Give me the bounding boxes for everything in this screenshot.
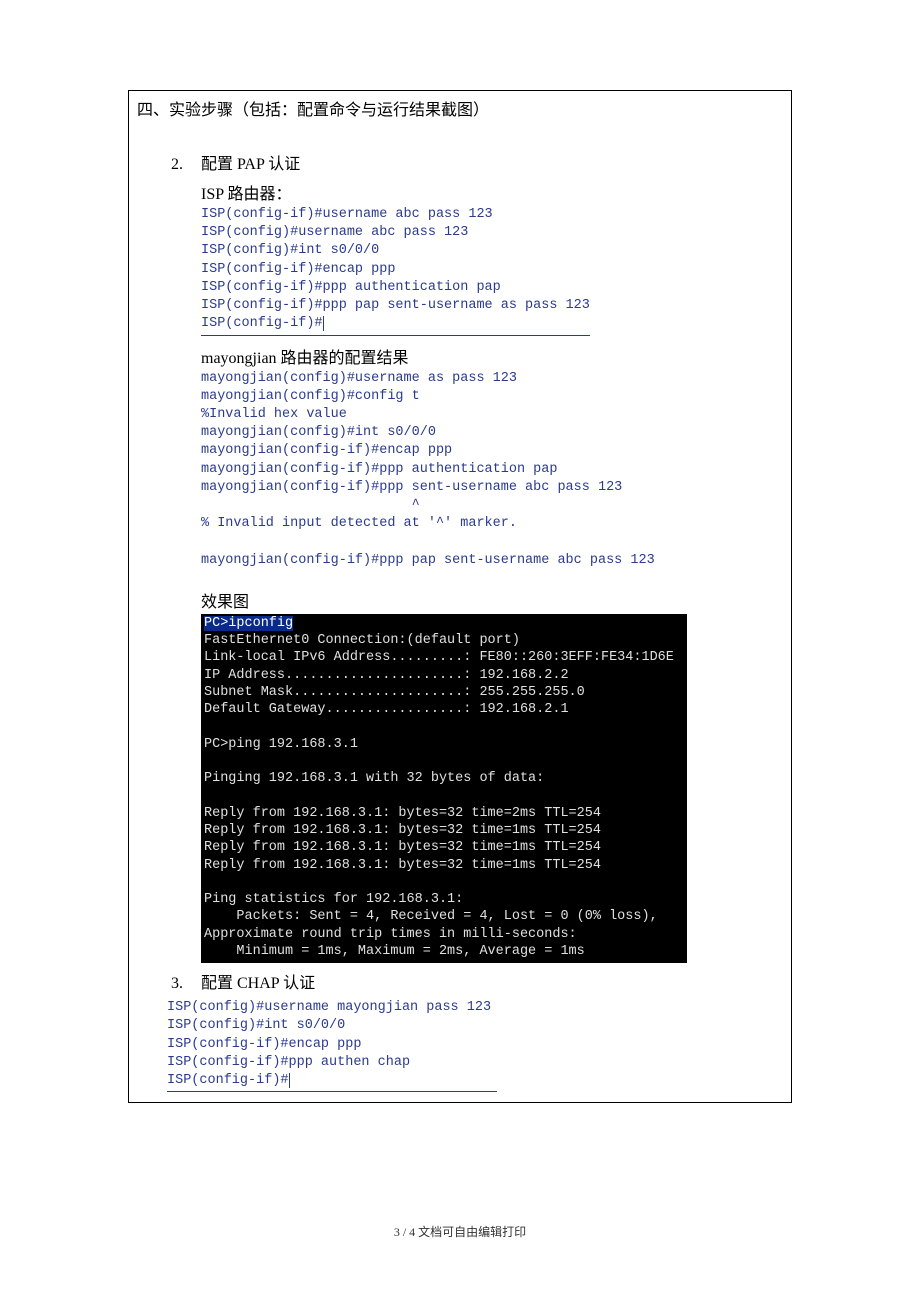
isp-cli-block: ISP(config-if)#username abc pass 123 ISP…	[201, 206, 590, 336]
mayongjian-label: mayongjian 路由器的配置结果	[201, 344, 783, 368]
terminal-body: FastEthernet0 Connection:(default port) …	[204, 633, 674, 959]
section-title: 四、实验步骤（包括：配置命令与运行结果截图）	[137, 96, 783, 120]
page-footer: 3 / 4 文档可自由编辑打印	[0, 1223, 920, 1240]
isp-cli-text: ISP(config-if)#username abc pass 123 ISP…	[201, 207, 590, 331]
item-title: 配置 CHAP 认证	[201, 969, 315, 993]
document-frame: 四、实验步骤（包括：配置命令与运行结果截图） 2. 配置 PAP 认证 ISP …	[128, 90, 792, 1103]
isp-router-label: ISP 路由器：	[201, 180, 783, 204]
terminal-first-line: PC>ipconfig	[204, 616, 293, 631]
mayongjian-cli-block: mayongjian(config)#username as pass 123 …	[201, 370, 783, 570]
item-title: 配置 PAP 认证	[201, 150, 300, 174]
chap-cli-text: ISP(config)#username mayongjian pass 123…	[167, 1000, 491, 1088]
terminal-output: PC>ipconfig FastEthernet0 Connection:(de…	[201, 614, 687, 963]
list-item-3: 3. 配置 CHAP 认证	[171, 969, 783, 993]
item-number: 3.	[171, 975, 201, 993]
page: 四、实验步骤（包括：配置命令与运行结果截图） 2. 配置 PAP 认证 ISP …	[0, 0, 920, 1302]
list-item-2: 2. 配置 PAP 认证	[171, 150, 783, 174]
chap-cli-block: ISP(config)#username mayongjian pass 123…	[167, 999, 497, 1092]
item-number: 2.	[171, 156, 201, 174]
result-label: 效果图	[201, 588, 783, 612]
cursor-icon	[289, 1073, 290, 1088]
cursor-icon	[323, 316, 324, 331]
